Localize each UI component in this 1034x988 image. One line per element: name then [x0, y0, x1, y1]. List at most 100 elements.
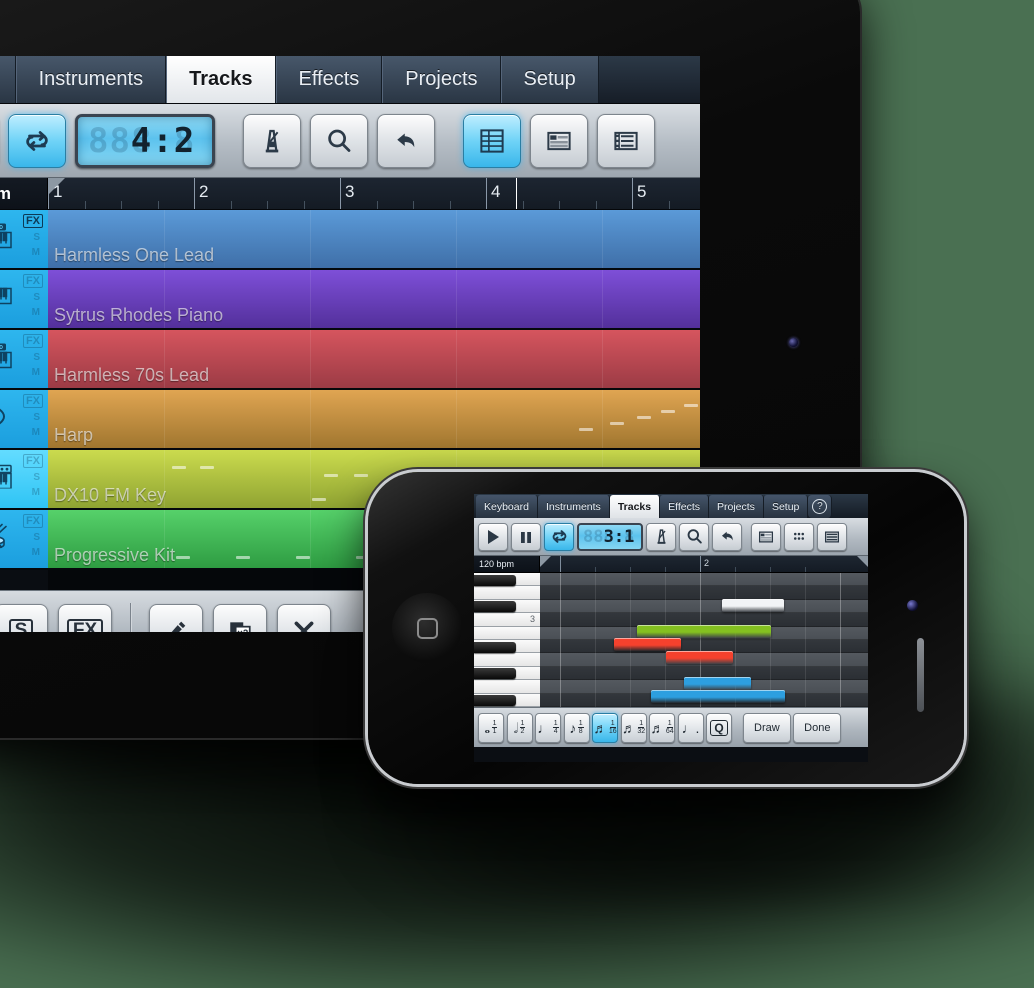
- tablet-duplicate-button[interactable]: ×2: [213, 603, 267, 632]
- phone-tab-instruments[interactable]: Instruments: [537, 495, 610, 518]
- track-mute-button[interactable]: M: [32, 247, 40, 258]
- quantize-button[interactable]: Q: [706, 712, 732, 743]
- volume-button[interactable]: [917, 638, 924, 712]
- tablet-view-mixer-button[interactable]: [530, 113, 588, 168]
- tablet-solo-button[interactable]: S: [0, 603, 48, 632]
- track-header[interactable]: 3LEADLEADFXSM: [0, 330, 48, 390]
- phone-view-list-button[interactable]: [817, 522, 847, 551]
- phone-tab-projects[interactable]: Projects: [709, 495, 764, 518]
- track-lane[interactable]: Harmless 70s Lead: [48, 330, 700, 390]
- piano-roll-note[interactable]: [614, 638, 681, 651]
- track-lane[interactable]: Sytrus Rhodes Piano: [48, 270, 700, 330]
- track-solo-button[interactable]: S: [33, 412, 40, 423]
- tablet-loop-button[interactable]: [8, 113, 66, 168]
- phone-view-mixer-button[interactable]: [751, 522, 781, 551]
- track-instrument-lead-synth-icon[interactable]: LEAD: [0, 223, 14, 255]
- phone-tab-keyboard[interactable]: Keyboard: [476, 495, 538, 518]
- piano-roll-note[interactable]: [666, 651, 733, 664]
- note-value-button-4[interactable]: ♩ 1 4: [535, 712, 561, 743]
- track-fx-button[interactable]: FX: [22, 454, 43, 468]
- track-mute-button[interactable]: M: [32, 427, 40, 438]
- piano-black-key[interactable]: [474, 601, 516, 613]
- track-solo-button[interactable]: S: [33, 232, 40, 243]
- track-solo-button[interactable]: S: [33, 532, 40, 543]
- track-mute-button[interactable]: M: [32, 307, 40, 318]
- phone-tab-setup[interactable]: Setup: [763, 495, 809, 518]
- note-value-button-dotted[interactable]: ♩.: [677, 712, 704, 743]
- phone-piano-keys[interactable]: 3: [474, 573, 540, 707]
- phone-zoom-button[interactable]: [679, 522, 709, 551]
- track-mute-button[interactable]: M: [32, 547, 40, 558]
- tablet-tab-instruments[interactable]: Instruments: [15, 56, 167, 103]
- piano-roll-note[interactable]: [684, 677, 751, 690]
- phone-play-button[interactable]: [478, 522, 508, 551]
- phone-metronome-button[interactable]: [646, 522, 676, 551]
- track-mute-button[interactable]: M: [32, 487, 40, 498]
- track-fx-button[interactable]: FX: [22, 214, 43, 228]
- phone-loop-button[interactable]: [544, 522, 574, 551]
- piano-roll-note[interactable]: [651, 690, 785, 703]
- piano-white-key[interactable]: [474, 680, 540, 694]
- tablet-tab-effects[interactable]: Effects: [275, 56, 383, 103]
- phone-undo-button[interactable]: [712, 522, 742, 551]
- piano-roll-note[interactable]: [637, 625, 771, 638]
- playhead[interactable]: [516, 178, 517, 209]
- tablet-fx-button[interactable]: FX: [58, 603, 112, 632]
- track-lane[interactable]: Harmless One Lead: [48, 210, 700, 270]
- phone-draw-button[interactable]: Draw: [743, 712, 791, 743]
- tablet-draw-button[interactable]: [149, 603, 203, 632]
- tablet-metronome-button[interactable]: [243, 113, 301, 168]
- track-header[interactable]: 1LEADLEADFXSM: [0, 210, 48, 270]
- tablet-view-tracks-button[interactable]: [463, 113, 521, 168]
- phone-bar-ruler[interactable]: 2: [540, 556, 868, 572]
- tablet-undo-button[interactable]: [377, 113, 435, 168]
- piano-black-key[interactable]: [474, 668, 516, 680]
- tablet-bar-ruler[interactable]: 1 2 3 4 5: [48, 178, 700, 209]
- note-value-button-1[interactable]: 𝅝 1 1: [478, 712, 504, 743]
- phone-pause-button[interactable]: [511, 522, 541, 551]
- note-value-button-64[interactable]: ♬ 1 64: [649, 712, 675, 743]
- tablet-position-display[interactable]: 888:8 4:2: [75, 113, 215, 168]
- piano-roll-note[interactable]: [722, 599, 784, 612]
- piano-black-key[interactable]: [474, 695, 516, 707]
- phone-done-button[interactable]: Done: [793, 712, 842, 743]
- phone-help-button[interactable]: ?: [808, 495, 833, 518]
- tablet-view-piano-roll-button[interactable]: [597, 113, 655, 168]
- track-fx-button[interactable]: FX: [22, 514, 43, 528]
- tablet-zoom-button[interactable]: [310, 113, 368, 168]
- track-instrument-drum-icon[interactable]: [0, 523, 14, 556]
- track-solo-button[interactable]: S: [33, 352, 40, 363]
- track-clip[interactable]: Harmless One Lead: [48, 210, 700, 268]
- piano-white-key[interactable]: [474, 653, 540, 667]
- loop-end-marker[interactable]: [857, 556, 868, 567]
- track-fx-button[interactable]: FX: [22, 394, 43, 408]
- tablet-tab-setup[interactable]: Setup: [500, 56, 599, 103]
- track-lane[interactable]: Harp: [48, 390, 700, 450]
- tablet-tab-projects[interactable]: Projects: [382, 56, 501, 103]
- tablet-tab-tracks[interactable]: Tracks: [166, 56, 276, 103]
- track-header[interactable]: 2FXSM: [0, 270, 48, 330]
- tablet-tab-keyboard[interactable]: Keyboard: [0, 56, 16, 103]
- track-instrument-harp-icon[interactable]: [0, 402, 10, 437]
- piano-white-key[interactable]: [474, 626, 540, 640]
- home-button[interactable]: [392, 593, 462, 663]
- note-row[interactable]: [540, 599, 868, 614]
- piano-black-key[interactable]: [474, 574, 516, 586]
- track-header[interactable]: 5FXSM: [0, 450, 48, 510]
- track-clip[interactable]: Harmless 70s Lead: [48, 330, 700, 388]
- phone-position-display[interactable]: 888:8 3:1: [577, 522, 643, 551]
- piano-black-key[interactable]: [474, 641, 516, 653]
- phone-tab-tracks[interactable]: Tracks: [609, 495, 661, 518]
- track-instrument-lead-synth-icon[interactable]: LEAD: [0, 343, 14, 375]
- piano-white-key[interactable]: [474, 586, 540, 600]
- track-header[interactable]: 6STEPFXSM: [0, 510, 48, 570]
- track-solo-button[interactable]: S: [33, 292, 40, 303]
- track-fx-button[interactable]: FX: [22, 274, 43, 288]
- track-instrument-fm-keyboard-icon[interactable]: [0, 464, 14, 494]
- note-value-button-2[interactable]: 𝅗𝅥 1 2: [506, 712, 533, 743]
- track-clip[interactable]: Harp: [48, 390, 700, 448]
- tablet-delete-button[interactable]: [277, 603, 331, 632]
- phone-note-grid[interactable]: [540, 573, 868, 707]
- track-solo-button[interactable]: S: [33, 472, 40, 483]
- note-value-button-16[interactable]: ♬ 1 16: [592, 712, 618, 743]
